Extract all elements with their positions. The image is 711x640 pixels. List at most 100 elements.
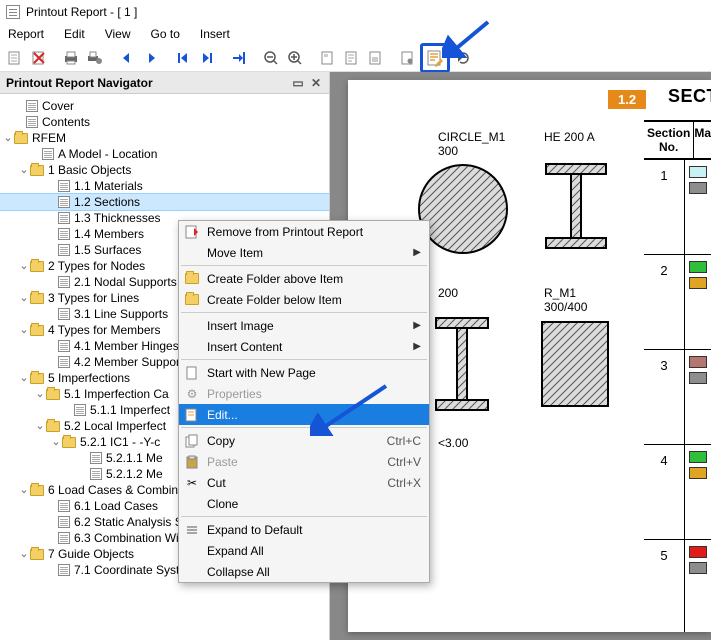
remove-icon bbox=[183, 223, 201, 241]
expand-toggle[interactable]: ⌄ bbox=[18, 290, 30, 306]
ctx-edit[interactable]: Edit... bbox=[179, 404, 429, 425]
first-page-icon[interactable] bbox=[172, 47, 194, 69]
doc-icon bbox=[58, 564, 70, 576]
dock-icon[interactable]: ▭ bbox=[291, 76, 305, 90]
menu-view[interactable]: View bbox=[105, 27, 131, 41]
ctx-expand-default[interactable]: Expand to Default bbox=[179, 519, 429, 540]
ctx-clone[interactable]: Clone bbox=[179, 493, 429, 514]
expand-toggle[interactable]: ⌄ bbox=[34, 418, 46, 434]
goto-icon[interactable] bbox=[228, 47, 250, 69]
ctx-expand-all[interactable]: Expand All bbox=[179, 540, 429, 561]
next-page-icon[interactable] bbox=[140, 47, 162, 69]
tree-impcases[interactable]: 5.1 Imperfection Ca bbox=[64, 386, 169, 402]
page-c-icon[interactable] bbox=[364, 47, 386, 69]
print-setup-icon[interactable] bbox=[84, 47, 106, 69]
menu-report[interactable]: Report bbox=[8, 27, 44, 41]
menu-goto[interactable]: Go to bbox=[151, 27, 180, 41]
delete-icon[interactable] bbox=[28, 47, 50, 69]
tree-tlines[interactable]: 3 Types for Lines bbox=[48, 290, 139, 306]
ctx-cut[interactable]: ✂CutCtrl+X bbox=[179, 472, 429, 493]
tree-rfem[interactable]: RFEM bbox=[32, 130, 66, 146]
cell-material bbox=[685, 160, 711, 254]
ctx-collapse-all[interactable]: Collapse All bbox=[179, 561, 429, 582]
folder-icon bbox=[30, 485, 44, 496]
tree-tnodes[interactable]: 2 Types for Nodes bbox=[48, 258, 145, 274]
tree-mhinges[interactable]: 4.1 Member Hinges bbox=[74, 338, 179, 354]
new-icon[interactable] bbox=[4, 47, 26, 69]
doc-icon bbox=[58, 276, 70, 288]
expand-toggle[interactable]: ⌄ bbox=[18, 370, 30, 386]
tree-sections[interactable]: 1.2 Sections bbox=[74, 194, 140, 210]
tree-cover[interactable]: Cover bbox=[42, 98, 74, 114]
ctx-create-folder-above[interactable]: Create Folder above Item bbox=[179, 268, 429, 289]
ctx-remove[interactable]: Remove from Printout Report bbox=[179, 221, 429, 242]
tree-linesup[interactable]: 3.1 Line Supports bbox=[74, 306, 168, 322]
zoom-out-icon[interactable] bbox=[260, 47, 282, 69]
tree-loadcases[interactable]: 6.1 Load Cases bbox=[74, 498, 158, 514]
tree-model[interactable]: A Model - Location bbox=[58, 146, 157, 162]
color-chip bbox=[689, 562, 707, 574]
tree-loadcomb[interactable]: 6 Load Cases & Combin bbox=[48, 482, 178, 498]
tree-imperf[interactable]: 5 Imperfections bbox=[48, 370, 130, 386]
expand-toggle[interactable]: ⌄ bbox=[2, 130, 14, 146]
page-b-icon[interactable] bbox=[340, 47, 362, 69]
prev-page-icon[interactable] bbox=[116, 47, 138, 69]
tree-mimp[interactable]: 5.2.1.1 Me bbox=[106, 450, 163, 466]
color-chip bbox=[689, 546, 707, 558]
expand-toggle[interactable]: ⌄ bbox=[18, 162, 30, 178]
cell-material bbox=[685, 540, 711, 632]
expand-toggle[interactable]: ⌄ bbox=[18, 258, 30, 274]
zoom-in-icon[interactable] bbox=[284, 47, 306, 69]
expand-toggle[interactable]: ⌄ bbox=[18, 546, 30, 562]
cell-material bbox=[685, 350, 711, 444]
expand-toggle[interactable]: ⌄ bbox=[18, 482, 30, 498]
cut-icon: ✂ bbox=[183, 474, 201, 492]
page-d-icon[interactable] bbox=[396, 47, 418, 69]
menu-insert[interactable]: Insert bbox=[200, 27, 230, 41]
doc-icon bbox=[26, 116, 38, 128]
tree-tmembers[interactable]: 4 Types for Members bbox=[48, 322, 161, 338]
label-he200: 200 bbox=[438, 286, 458, 300]
app-icon bbox=[6, 5, 20, 19]
tree-contents[interactable]: Contents bbox=[42, 114, 90, 130]
tree-basic[interactable]: 1 Basic Objects bbox=[48, 162, 131, 178]
tree-materials[interactable]: 1.1 Materials bbox=[74, 178, 143, 194]
page-a-icon[interactable] bbox=[316, 47, 338, 69]
expand-toggle[interactable]: ⌄ bbox=[34, 386, 46, 402]
folder-up-icon bbox=[183, 270, 201, 288]
doc-icon bbox=[58, 500, 70, 512]
ctx-new-page[interactable]: Start with New Page bbox=[179, 362, 429, 383]
expand-toggle[interactable]: ⌄ bbox=[50, 434, 62, 450]
tree-mimp2[interactable]: 5.2.1.2 Me bbox=[106, 466, 163, 482]
tree-localimp[interactable]: 5.2 Local Imperfect bbox=[64, 418, 166, 434]
edit-icon bbox=[183, 406, 201, 424]
ctx-copy[interactable]: CopyCtrl+C bbox=[179, 430, 429, 451]
tree-msupports[interactable]: 4.2 Member Suppor bbox=[74, 354, 180, 370]
tree-members[interactable]: 1.4 Members bbox=[74, 226, 144, 242]
tree-combwiz[interactable]: 6.3 Combination Wi bbox=[74, 530, 179, 546]
tree-ic1[interactable]: 5.2.1 IC1 - -Y-c bbox=[80, 434, 160, 450]
tree-thick[interactable]: 1.3 Thicknesses bbox=[74, 210, 161, 226]
table-row: 5 bbox=[644, 540, 711, 632]
doc-icon bbox=[58, 180, 70, 192]
ibeam-shape-2 bbox=[434, 316, 490, 412]
tree-surfaces[interactable]: 1.5 Surfaces bbox=[74, 242, 141, 258]
last-page-icon[interactable] bbox=[196, 47, 218, 69]
doc-icon bbox=[58, 244, 70, 256]
close-icon[interactable]: ✕ bbox=[309, 76, 323, 90]
tree-impcases11[interactable]: 5.1.1 Imperfect bbox=[90, 402, 170, 418]
cell-material bbox=[685, 255, 711, 349]
expand-toggle[interactable]: ⌄ bbox=[18, 322, 30, 338]
menu-edit[interactable]: Edit bbox=[64, 27, 85, 41]
ctx-insert-content[interactable]: Insert Content▶ bbox=[179, 336, 429, 357]
ctx-move[interactable]: Move Item▶ bbox=[179, 242, 429, 263]
ctx-create-folder-below[interactable]: Create Folder below Item bbox=[179, 289, 429, 310]
print-icon[interactable] bbox=[60, 47, 82, 69]
doc-icon bbox=[58, 308, 70, 320]
tree-nodalsup[interactable]: 2.1 Nodal Supports bbox=[74, 274, 177, 290]
folder-icon bbox=[30, 261, 44, 272]
gear-icon: ⚙ bbox=[183, 385, 201, 403]
tree-staticset[interactable]: 6.2 Static Analysis S bbox=[74, 514, 183, 530]
tree-guide[interactable]: 7 Guide Objects bbox=[48, 546, 134, 562]
ctx-insert-image[interactable]: Insert Image▶ bbox=[179, 315, 429, 336]
